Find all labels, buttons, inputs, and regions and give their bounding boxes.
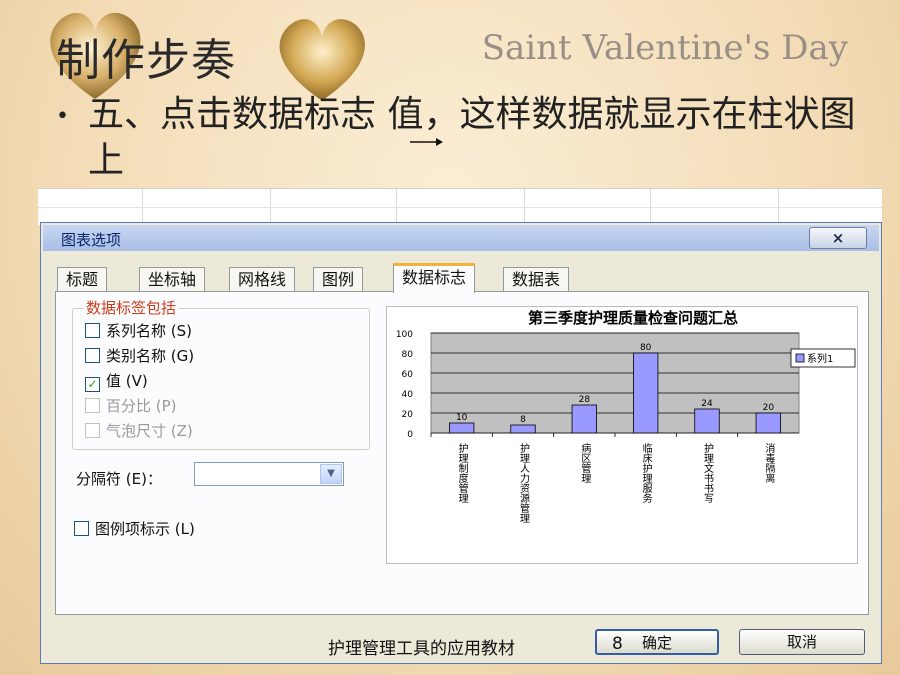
group-label: 数据标签包括 (83, 297, 180, 318)
checkbox-box (85, 423, 100, 438)
tab-title[interactable]: 标题 (57, 267, 108, 291)
dialog-titlebar: 图表选项 × (43, 225, 879, 251)
x-category-label: 病区管理 (579, 442, 591, 483)
brand-text: Saint Valentine's Day (481, 28, 848, 68)
chart-title: 第三季度护理质量检查问题汇总 (528, 309, 738, 327)
checkbox-percentage: 百分比 (P) (85, 396, 177, 418)
footer-text: 护理管理工具的应用教材 (328, 639, 515, 659)
checkbox-box[interactable] (74, 521, 89, 536)
checkbox-box[interactable] (85, 323, 100, 338)
dialog-title: 图表选项 (61, 231, 122, 249)
cancel-button[interactable]: 取消 (739, 629, 865, 655)
label-contains-group: 数据标签包括 系列名称 (S) 类别名称 (G) ✓ 值 (V) 百分比 (P) … (72, 297, 370, 450)
page-number: 8 (612, 634, 623, 654)
x-category-label: 护理制度管理 (456, 442, 468, 503)
y-tick-label: 0 (407, 430, 413, 440)
spreadsheet-background (38, 188, 882, 225)
bar (449, 422, 475, 434)
separator-label: 分隔符 (E)： (76, 470, 162, 488)
arrow-icon (410, 138, 443, 146)
data-label: 20 (763, 403, 775, 413)
chart-options-dialog: 图表选项 × 标题 坐标轴 网格线 图例 数据标志 数据表 数据标签包括 系列名… (40, 222, 882, 664)
y-tick-label: 20 (402, 410, 414, 420)
x-category-label: 护理人力资源管理 (518, 442, 530, 523)
x-category-label: 消毒隔离 (763, 442, 775, 484)
checkbox-box (85, 398, 100, 413)
plot-area (430, 332, 800, 434)
tab-data-table[interactable]: 数据表 (503, 267, 570, 291)
data-label: 80 (640, 343, 652, 353)
x-category-label: 临床护理服务 (640, 442, 652, 504)
bar (632, 352, 659, 434)
checkbox-series-name[interactable]: 系列名称 (S) (85, 321, 192, 343)
data-label: 10 (456, 413, 468, 423)
bar (755, 412, 782, 434)
close-button[interactable]: × (809, 227, 867, 249)
tab-axis[interactable]: 坐标轴 (139, 267, 206, 291)
checkbox-box[interactable] (85, 348, 100, 363)
y-tick-label: 40 (402, 390, 414, 400)
checkbox-bubble-size: 气泡尺寸 (Z) (85, 421, 193, 443)
data-label: 28 (579, 395, 591, 405)
bar (694, 408, 720, 434)
x-category-label: 护理文书书写 (702, 442, 714, 504)
separator-select[interactable]: ▼ (194, 462, 344, 486)
y-tick-label: 100 (396, 330, 413, 340)
y-tick-label: 60 (402, 370, 414, 380)
checkmark-icon[interactable]: ✓ (85, 377, 100, 392)
checkbox-category-name[interactable]: 类别名称 (G) (85, 346, 194, 368)
slide-title: 制作步奏 (56, 35, 236, 86)
bar (510, 424, 536, 434)
y-tick-label: 80 (402, 350, 414, 360)
bullet-text: 五、点击数据标志 值，这样数据就显示在柱状图上 (88, 94, 856, 181)
legend-entry: 系列1 (807, 352, 833, 365)
chart-preview: 第三季度护理质量检查问题汇总 0 20 40 60 80 100 10 护理制度管理 8 护理人力资… (386, 306, 858, 564)
tab-panel: 数据标签包括 系列名称 (S) 类别名称 (G) ✓ 值 (V) 百分比 (P) … (55, 291, 869, 615)
checkbox-value[interactable]: ✓ 值 (V) (85, 371, 148, 393)
checkbox-legend-key[interactable]: 图例项标示 (L) (74, 518, 195, 539)
data-label: 24 (701, 399, 713, 409)
bar-chart: 第三季度护理质量检查问题汇总 0 20 40 60 80 100 10 护理制度管理 8 护理人力资… (396, 309, 856, 523)
legend-swatch (795, 353, 805, 363)
tab-data-labels[interactable]: 数据标志 (393, 263, 476, 293)
tab-gridlines[interactable]: 网格线 (229, 267, 296, 291)
tab-legend[interactable]: 图例 (313, 267, 364, 291)
chevron-down-icon[interactable]: ▼ (320, 464, 342, 484)
bar (571, 404, 597, 434)
data-label: 8 (520, 415, 526, 425)
